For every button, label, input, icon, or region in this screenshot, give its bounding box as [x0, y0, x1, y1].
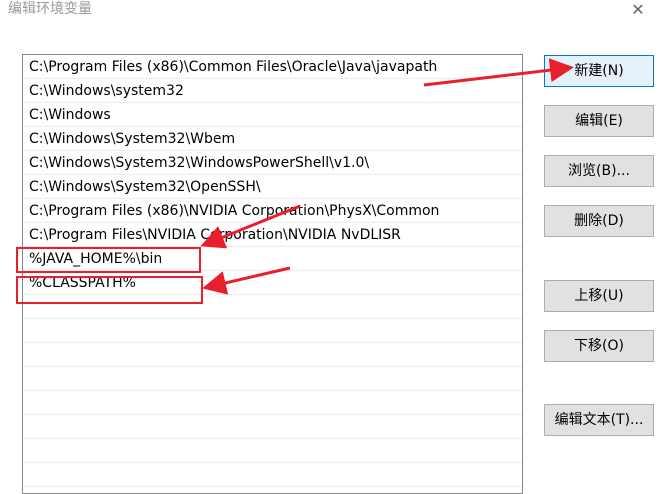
list-item-text: C:\Windows\System32\OpenSSH\ — [29, 179, 261, 195]
edit-button[interactable]: 编辑(E) — [544, 105, 654, 137]
list-item-empty[interactable] — [23, 343, 522, 367]
list-item-empty[interactable] — [23, 295, 522, 319]
list-item[interactable]: C:\Windows\System32\OpenSSH\ — [23, 175, 522, 199]
list-item-empty[interactable] — [23, 463, 522, 487]
list-item-text: C:\Windows\System32\WindowsPowerShell\v1… — [29, 155, 370, 171]
list-item-text: C:\Windows\system32 — [29, 83, 184, 99]
list-item-empty[interactable] — [23, 415, 522, 439]
delete-button[interactable]: 删除(D) — [544, 205, 654, 237]
list-item[interactable]: C:\Program Files (x86)\Common Files\Orac… — [23, 55, 522, 79]
edit-text-button[interactable]: 编辑文本(T)... — [544, 404, 654, 436]
list-item-text: C:\Program Files (x86)\Common Files\Orac… — [29, 59, 438, 75]
list-item[interactable]: %CLASSPATH% — [23, 271, 522, 295]
list-item-empty[interactable] — [23, 319, 522, 343]
list-item[interactable]: C:\Windows\System32\Wbem — [23, 127, 522, 151]
list-item-empty[interactable] — [23, 439, 522, 463]
list-item-text: %CLASSPATH% — [29, 275, 136, 291]
list-item[interactable]: C:\Program Files (x86)\NVIDIA Corporatio… — [23, 199, 522, 223]
list-item-empty[interactable] — [23, 367, 522, 391]
list-item-text: C:\Program Files (x86)\NVIDIA Corporatio… — [29, 203, 440, 219]
new-button[interactable]: 新建(N) — [544, 55, 654, 87]
list-item[interactable]: %JAVA_HOME%\bin — [23, 247, 522, 271]
list-item[interactable]: C:\Windows\system32 — [23, 79, 522, 103]
list-item[interactable]: C:\Program Files\NVIDIA Corporation\NVID… — [23, 223, 522, 247]
list-item-text: C:\Windows\System32\Wbem — [29, 131, 236, 147]
window-title: 编辑环境变量 — [8, 1, 92, 17]
list-item-text: %JAVA_HOME%\bin — [29, 251, 163, 267]
move-down-button[interactable]: 下移(O) — [544, 330, 654, 362]
list-item-text: C:\Windows — [29, 107, 111, 123]
list-item[interactable]: C:\Windows\System32\WindowsPowerShell\v1… — [23, 151, 522, 175]
list-item[interactable]: C:\Windows — [23, 103, 522, 127]
close-icon[interactable]: ✕ — [626, 0, 650, 22]
path-list[interactable]: C:\Program Files (x86)\Common Files\Orac… — [22, 54, 523, 494]
list-item-empty[interactable] — [23, 391, 522, 415]
list-item-text: C:\Program Files\NVIDIA Corporation\NVID… — [29, 227, 401, 243]
browse-button[interactable]: 浏览(B)... — [544, 155, 654, 187]
move-up-button[interactable]: 上移(U) — [544, 280, 654, 312]
